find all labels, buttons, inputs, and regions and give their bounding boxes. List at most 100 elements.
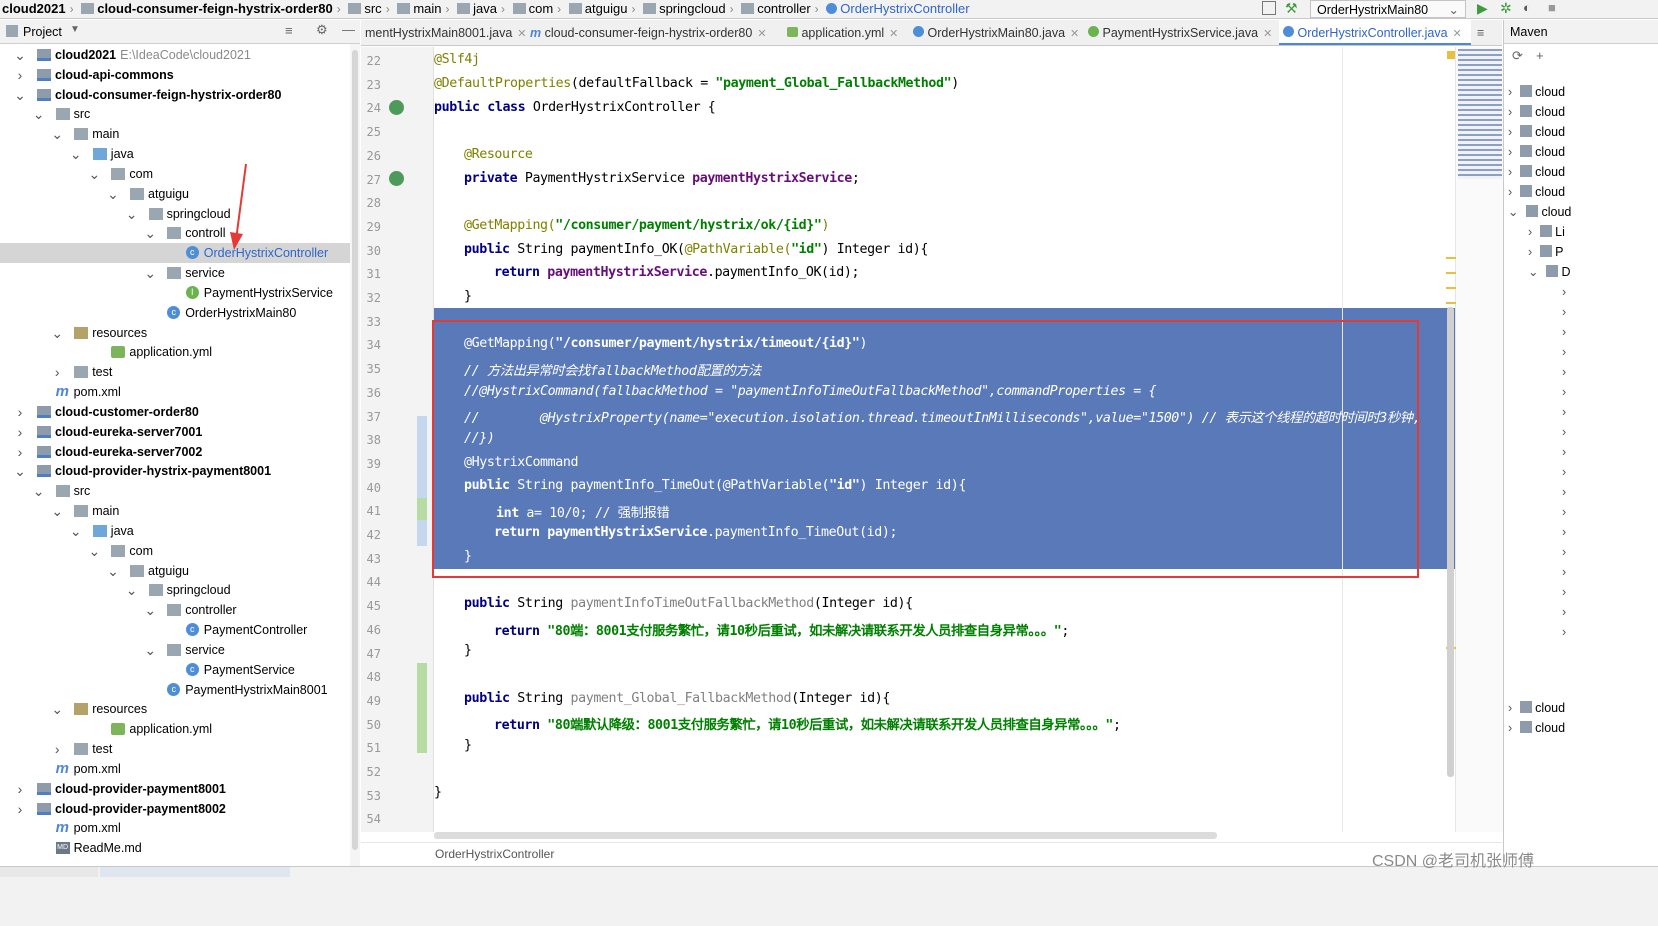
chevron-right-icon[interactable]: ›	[1508, 185, 1512, 199]
tab-application-yml[interactable]: application.yml ✕	[783, 20, 907, 45]
chevron-down-icon[interactable]: ⌄	[88, 164, 101, 184]
tree-item[interactable]: › cloud-provider-payment8002	[0, 799, 350, 819]
chevron-right-icon[interactable]: ›	[14, 799, 26, 819]
chevron-right-icon[interactable]: ›	[1562, 382, 1566, 402]
hide-icon[interactable]: —	[342, 22, 355, 37]
maven-item[interactable]: › cloud	[1508, 102, 1565, 122]
tree-item[interactable]: ⌄ java	[0, 521, 350, 541]
tab-pom-order80[interactable]: m cloud-consumer-feign-hystrix-order80 ✕	[526, 20, 781, 45]
chevron-right-icon[interactable]: ›	[1562, 442, 1566, 462]
tree-item[interactable]: m pom.xml	[0, 818, 350, 838]
tree-item[interactable]: › cloud-customer-order80	[0, 402, 350, 422]
tree-item[interactable]: ⌄ com	[0, 164, 350, 184]
chevron-right-icon[interactable]: ›	[1528, 245, 1532, 259]
debug-icon[interactable]: ✲	[1500, 0, 1512, 17]
project-panel-title[interactable]: Project	[23, 25, 62, 39]
tree-item[interactable]: ⌄ main	[0, 124, 350, 144]
chevron-right-icon[interactable]: ›	[1508, 105, 1512, 119]
chevron-right-icon[interactable]: ›	[51, 362, 63, 382]
chevron-down-icon[interactable]: ▼	[70, 24, 80, 35]
chevron-right-icon[interactable]: ›	[1562, 602, 1566, 622]
maven-item[interactable]: › cloud	[1508, 122, 1565, 142]
chevron-right-icon[interactable]: ›	[51, 739, 63, 759]
chevron-down-icon[interactable]: ⌄	[144, 600, 156, 620]
tree-item[interactable]: MD ReadMe.md	[0, 838, 350, 858]
breadcrumb-module[interactable]: cloud-consumer-feign-hystrix-order80	[79, 0, 335, 18]
hammer-icon[interactable]: ⚒	[1285, 0, 1298, 17]
maven-item[interactable]: ⌄ D	[1528, 262, 1571, 282]
warning-stripe[interactable]	[1446, 302, 1456, 304]
tree-item[interactable]: c PaymentHystrixMain8001	[0, 680, 350, 700]
warning-stripe[interactable]	[1446, 287, 1456, 289]
chevron-right-icon[interactable]: ›	[14, 65, 26, 85]
breadcrumb-java[interactable]: java	[455, 0, 499, 18]
chevron-right-icon[interactable]: ›	[1562, 402, 1566, 422]
tree-item[interactable]: m pom.xml	[0, 759, 350, 779]
tree-item[interactable]: › test	[0, 362, 350, 382]
breadcrumb-main[interactable]: main	[395, 0, 443, 18]
tree-item[interactable]: ⌄ controller	[0, 600, 350, 620]
close-icon[interactable]: ✕	[1453, 28, 1462, 40]
tree-item[interactable]: › cloud-eureka-server7001	[0, 422, 350, 442]
chevron-down-icon[interactable]: ⌄	[51, 124, 63, 144]
chevron-right-icon[interactable]: ›	[1508, 145, 1512, 159]
chevron-right-icon[interactable]: ›	[1562, 302, 1566, 322]
maven-panel-header[interactable]: Maven	[1504, 20, 1658, 44]
editor-horizontal-scrollbar[interactable]	[434, 832, 1217, 839]
tree-item[interactable]: c OrderHystrixMain80	[0, 303, 350, 323]
chevron-down-icon[interactable]: ⌄	[144, 640, 156, 660]
tree-item[interactable]: ⌄ service	[0, 263, 350, 283]
tree-item[interactable]: c PaymentService	[0, 660, 350, 680]
maven-item[interactable]: ⌄ cloud	[1508, 202, 1571, 222]
chevron-right-icon[interactable]: ›	[1508, 85, 1512, 99]
tree-item[interactable]: ⌄ resources	[0, 699, 350, 719]
chevron-right-icon[interactable]: ›	[1508, 721, 1512, 735]
chevron-right-icon[interactable]: ›	[1562, 282, 1566, 302]
chevron-right-icon[interactable]: ›	[1508, 125, 1512, 139]
tree-item[interactable]: ⌄ java	[0, 144, 350, 164]
chevron-down-icon[interactable]: ⌄	[107, 184, 119, 204]
tree-item[interactable]: ⌄ service	[0, 640, 350, 660]
chevron-down-icon[interactable]: ⌄	[107, 561, 119, 581]
layout-icon[interactable]	[1262, 1, 1276, 15]
chevron-down-icon[interactable]: ⌄	[14, 461, 26, 481]
editor-breadcrumb[interactable]: OrderHystrixController	[361, 842, 1502, 864]
refresh-icon[interactable]: ⟳	[1512, 48, 1523, 64]
tree-item[interactable]: › cloud-provider-payment8001	[0, 779, 350, 799]
tree-item[interactable]: ⌄ com	[0, 541, 350, 561]
chevron-down-icon[interactable]: ⌄	[1528, 265, 1538, 279]
project-scrollbar-thumb[interactable]	[352, 50, 358, 850]
chevron-right-icon[interactable]: ›	[1562, 622, 1566, 642]
chevron-right-icon[interactable]: ›	[1562, 482, 1566, 502]
chevron-down-icon[interactable]: ⌄	[1508, 205, 1518, 219]
tree-item[interactable]: › cloud-eureka-server7002	[0, 442, 350, 462]
maven-item[interactable]: › cloud	[1508, 162, 1565, 182]
add-icon[interactable]: +	[1536, 48, 1544, 63]
chevron-right-icon[interactable]: ›	[1562, 522, 1566, 542]
chevron-down-icon[interactable]: ⌄	[144, 263, 156, 283]
tree-item[interactable]: ⌄ springcloud	[0, 580, 350, 600]
tree-item[interactable]: ⌄ cloud-consumer-feign-hystrix-order80	[0, 85, 350, 105]
chevron-down-icon[interactable]: ⌄	[51, 699, 63, 719]
maven-item[interactable]: › cloud	[1508, 718, 1565, 738]
tab-paymenthystrixmain8001[interactable]: mentHystrixMain8001.java ✕	[361, 20, 527, 45]
chevron-right-icon[interactable]: ›	[1562, 322, 1566, 342]
tree-item[interactable]: c OrderHystrixController	[0, 243, 350, 264]
breadcrumb-src[interactable]: src	[346, 0, 383, 18]
chevron-right-icon[interactable]: ›	[14, 402, 26, 422]
chevron-right-icon[interactable]: ›	[14, 422, 26, 442]
run-config-select[interactable]: OrderHystrixMain80 ⌄	[1310, 0, 1466, 18]
close-icon[interactable]: ✕	[1070, 28, 1079, 40]
tree-item[interactable]: ⌄ atguigu	[0, 561, 350, 581]
breadcrumb-com[interactable]: com	[511, 0, 556, 18]
tab-orderhystrixmain80[interactable]: OrderHystrixMain80.java ✕	[909, 20, 1081, 45]
tree-item[interactable]: ⌄ cloud2021 E:\IdeaCode\cloud2021	[0, 45, 350, 65]
chevron-right-icon[interactable]: ›	[1562, 422, 1566, 442]
stop-icon[interactable]: ■	[1548, 0, 1556, 15]
tree-item[interactable]: m pom.xml	[0, 382, 350, 402]
chevron-down-icon[interactable]: ⌄	[126, 580, 138, 600]
maven-item[interactable]: › P	[1528, 242, 1564, 262]
maven-item[interactable]: › cloud	[1508, 182, 1565, 202]
maven-item[interactable]: › cloud	[1508, 698, 1565, 718]
run-icon[interactable]: ▶	[1477, 0, 1488, 17]
